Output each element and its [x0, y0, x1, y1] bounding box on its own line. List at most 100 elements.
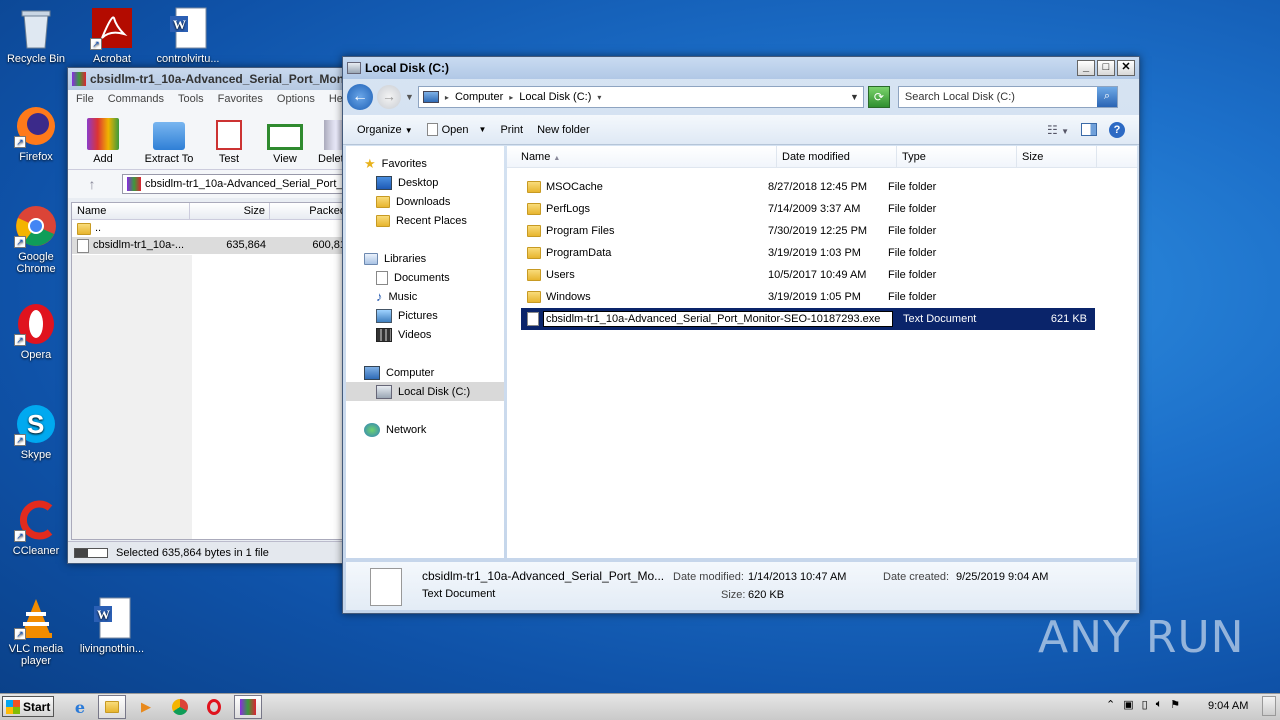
breadcrumb-sep-icon: ▸ — [444, 92, 449, 102]
address-history-chevron-icon[interactable]: ▼ — [850, 92, 863, 102]
show-desktop-button[interactable] — [1262, 696, 1276, 716]
print-button[interactable]: Print — [500, 124, 523, 136]
selected-list-item[interactable]: cbsidlm-tr1_10a-Advanced_Serial_Port_Mon… — [521, 308, 1095, 330]
nav-documents[interactable]: Documents — [346, 268, 504, 287]
table-row[interactable]: .. — [72, 220, 354, 237]
taskbar-opera[interactable] — [200, 695, 228, 719]
explorer-window[interactable]: Local Disk (C:) _ □ ✕ ← → ▼ ▸ Computer ▸… — [342, 56, 1140, 614]
nav-downloads[interactable]: Downloads — [346, 192, 504, 211]
search-icon[interactable]: ⌕ — [1096, 87, 1117, 107]
clock[interactable]: 9:04 AM — [1208, 700, 1248, 712]
desktop-icon-recycle-bin[interactable]: Recycle Bin — [0, 6, 72, 65]
test-button[interactable]: Test — [206, 120, 252, 165]
start-button[interactable]: Start — [2, 696, 54, 717]
up-arrow-icon[interactable]: ↑ — [72, 176, 112, 192]
nav-libraries[interactable]: Libraries — [346, 249, 504, 268]
forward-button[interactable]: → — [377, 85, 401, 109]
nav-local-disk[interactable]: Local Disk (C:) — [346, 382, 504, 401]
menu-favorites[interactable]: Favorites — [218, 93, 263, 105]
nav-videos[interactable]: Videos — [346, 325, 504, 344]
breadcrumb-dropdown-icon[interactable]: ▾ — [597, 93, 601, 102]
desktop-icon-livingnothin[interactable]: W livingnothin... — [76, 596, 148, 655]
nav-favorites[interactable]: ★ Favorites — [346, 154, 504, 173]
menu-options[interactable]: Options — [277, 93, 315, 105]
search-box[interactable]: Search Local Disk (C:) ⌕ — [897, 86, 1118, 108]
back-button[interactable]: ← — [347, 84, 373, 110]
desktop-icon-controlvirtu[interactable]: W controlvirtu... — [152, 6, 224, 65]
preview-pane-icon[interactable] — [1081, 123, 1097, 136]
nav-pictures[interactable]: Pictures — [346, 306, 504, 325]
list-item[interactable]: Program Files 7/30/2019 12:25 PM File fold… — [507, 220, 1137, 242]
volume-icon[interactable]: 🔈︎ — [1156, 698, 1163, 711]
show-hidden-icons-icon[interactable]: ⌃ — [1106, 698, 1115, 711]
menu-file[interactable]: File — [76, 93, 94, 105]
nav-desktop[interactable]: Desktop — [346, 173, 504, 192]
list-item[interactable]: Users 10/5/2017 10:49 AM File folder — [507, 264, 1137, 286]
desktop-icon-vlc[interactable]: ↗ VLC media player — [0, 596, 72, 667]
nav-music[interactable]: ♪ Music — [346, 287, 504, 306]
menu-tools[interactable]: Tools — [178, 93, 204, 105]
nav-computer[interactable]: Computer — [346, 363, 504, 382]
list-item[interactable]: MSOCache 8/27/2018 12:45 PM File folder — [507, 176, 1137, 198]
col-name-header[interactable]: Name ▲ — [507, 145, 777, 168]
add-button[interactable]: Add — [74, 118, 132, 165]
help-icon[interactable]: ? — [1109, 121, 1125, 138]
col-packed-header[interactable]: Packed — [270, 203, 350, 219]
address-bar[interactable]: ▸ Computer ▸ Local Disk (C:) ▾ ▼ — [417, 86, 864, 108]
taskbar-winrar[interactable] — [234, 695, 262, 719]
list-item[interactable]: Windows 3/19/2019 1:05 PM File folder — [507, 286, 1137, 308]
refresh-button[interactable]: ⟳ — [867, 86, 890, 108]
breadcrumb-local-disk[interactable]: Local Disk (C:) — [519, 91, 591, 103]
col-size-header[interactable]: Size — [190, 203, 270, 219]
internet-explorer-icon: e — [74, 697, 86, 717]
view-button[interactable]: View — [262, 124, 308, 165]
desktop-icon-skype[interactable]: S ↗ Skype — [0, 402, 72, 461]
desktop-icon-chrome[interactable]: ↗ Google Chrome — [0, 204, 72, 275]
explorer-titlebar[interactable]: Local Disk (C:) _ □ ✕ — [343, 57, 1139, 79]
chrome-icon: ↗ — [14, 204, 58, 248]
organize-button[interactable]: Organize ▼ — [357, 124, 413, 136]
close-button[interactable]: ✕ — [1117, 60, 1135, 76]
open-label: Open — [441, 123, 469, 136]
breadcrumb-computer[interactable]: Computer — [455, 91, 503, 103]
views-icon[interactable]: ☷ ▼ — [1047, 123, 1069, 137]
rename-input[interactable]: cbsidlm-tr1_10a-Advanced_Serial_Port_Mon… — [542, 311, 893, 327]
desktop-icon-opera[interactable]: ↗ Opera — [0, 302, 72, 361]
nav-recent-places[interactable]: Recent Places — [346, 211, 504, 230]
row-name: .. — [95, 222, 102, 234]
action-center-icon[interactable]: ▣ — [1123, 698, 1133, 711]
file-type: File folder — [888, 225, 937, 237]
col-name-header[interactable]: Name — [72, 203, 190, 219]
col-date-header[interactable]: Date modified — [777, 145, 897, 168]
archive-add-icon — [87, 118, 119, 150]
nav-label: Computer — [386, 366, 435, 379]
taskbar-media-player[interactable]: ▶ — [132, 695, 160, 719]
taskbar-explorer[interactable] — [98, 695, 126, 719]
network-tray-icon[interactable]: ▯ — [1142, 698, 1148, 711]
minimize-button[interactable]: _ — [1077, 60, 1095, 76]
col-size-header[interactable]: Size — [1017, 145, 1097, 168]
open-button[interactable]: Open ▼ — [426, 123, 487, 136]
recent-pages-chevron-icon[interactable]: ▼ — [405, 92, 414, 102]
desktop-icon-acrobat[interactable]: ↗ Acrobat — [76, 6, 148, 65]
menu-commands[interactable]: Commands — [108, 93, 164, 105]
col-type-header[interactable]: Type — [897, 145, 1017, 168]
table-row[interactable]: cbsidlm-tr1_10a-... 635,864 600,81 — [72, 237, 354, 254]
flag-icon[interactable]: ⚑ — [1170, 698, 1180, 711]
winrar-titlebar[interactable]: cbsidlm-tr1_10a-Advanced_Serial_Port_Mon — [68, 68, 356, 90]
desktop-icon-ccleaner[interactable]: ↗ CCleaner — [0, 498, 72, 557]
maximize-button[interactable]: □ — [1097, 60, 1115, 76]
new-folder-button[interactable]: New folder — [537, 124, 590, 136]
add-label: Add — [93, 153, 113, 165]
vlc-icon: ↗ — [14, 596, 58, 640]
nav-network[interactable]: Network — [346, 420, 504, 439]
taskbar-chrome[interactable] — [166, 695, 194, 719]
winrar-path-field[interactable]: cbsidlm-tr1_10a-Advanced_Serial_Port_M — [122, 174, 352, 194]
chevron-down-icon: ▼ — [478, 125, 487, 134]
list-item[interactable]: PerfLogs 7/14/2009 3:37 AM File folder — [507, 198, 1137, 220]
extract-to-button[interactable]: Extract To — [142, 122, 196, 165]
winrar-window[interactable]: cbsidlm-tr1_10a-Advanced_Serial_Port_Mon… — [67, 67, 357, 564]
list-item[interactable]: ProgramData 3/19/2019 1:03 PM File folder — [507, 242, 1137, 264]
taskbar-ie[interactable]: e — [66, 695, 94, 719]
desktop-icon-firefox[interactable]: ↗ Firefox — [0, 104, 72, 163]
